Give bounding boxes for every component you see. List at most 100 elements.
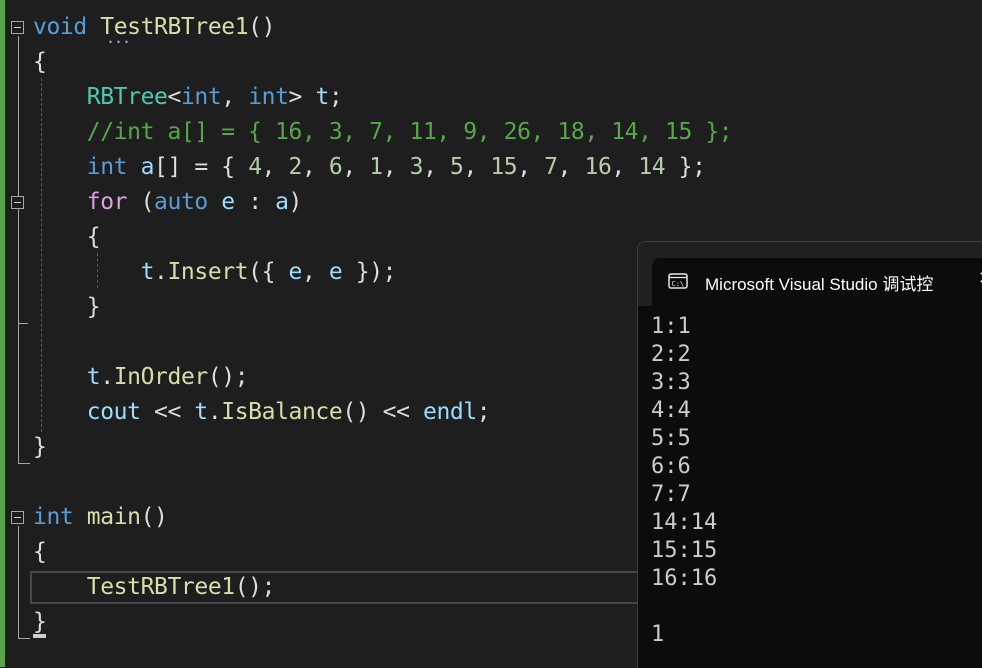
code-token: }; bbox=[665, 154, 706, 180]
code-line[interactable]: t.InOrder(); bbox=[33, 360, 249, 395]
console-title: Microsoft Visual Studio 调试控 bbox=[705, 275, 934, 294]
code-token: int bbox=[33, 504, 74, 530]
code-token: ({ bbox=[248, 259, 289, 285]
code-token: endl bbox=[423, 399, 477, 425]
code-token: , bbox=[517, 154, 545, 180]
code-token: 5 bbox=[449, 154, 464, 180]
code-token: e bbox=[328, 259, 343, 285]
console-tab[interactable]: C:\ Microsoft Visual Studio 调试控 ✕ bbox=[652, 258, 982, 306]
collapse-function-icon[interactable] bbox=[11, 21, 24, 34]
code-token: , bbox=[302, 154, 329, 180]
code-token: () bbox=[140, 504, 168, 530]
code-token: } bbox=[33, 294, 101, 320]
code-line[interactable]: } bbox=[33, 290, 101, 325]
debug-console-window[interactable]: C:\ Microsoft Visual Studio 调试控 ✕ 1:1 2:2… bbox=[637, 241, 982, 668]
code-token: main bbox=[86, 504, 141, 530]
code-token: t bbox=[33, 259, 155, 285]
code-token: IsBalance bbox=[221, 399, 343, 425]
collapse-for-loop-icon[interactable] bbox=[11, 196, 24, 209]
code-line[interactable]: cout << t.IsBalance() << endl; bbox=[33, 395, 491, 430]
console-app-icon: C:\ bbox=[668, 273, 688, 289]
code-token: //int a[] = { 16, 3, 7, 11, 9, 26, 18, 1… bbox=[33, 119, 733, 145]
fold-region-end bbox=[18, 323, 28, 324]
code-token: }); bbox=[342, 259, 397, 285]
code-line[interactable]: RBTree<int, int> t; bbox=[33, 80, 343, 115]
code-token: 4 bbox=[248, 154, 262, 180]
code-token: , bbox=[221, 84, 249, 110]
code-token: 16 bbox=[584, 154, 612, 180]
code-token: 14 bbox=[638, 154, 666, 180]
code-token: . bbox=[207, 399, 222, 425]
code-line[interactable]: //int a[] = { 16, 3, 7, 11, 9, 26, 18, 1… bbox=[33, 115, 733, 150]
code-token: { bbox=[33, 49, 47, 75]
code-token: { bbox=[33, 224, 101, 250]
code-token: TestRBTree1 bbox=[33, 574, 235, 600]
code-token: ( bbox=[127, 189, 155, 215]
console-output-line: 1 bbox=[651, 622, 665, 647]
code-line[interactable]: int a[] = { 4, 2, 6, 1, 3, 5, 15, 7, 16,… bbox=[33, 150, 706, 185]
change-tracking-bar bbox=[0, 0, 5, 667]
console-titlebar[interactable]: C:\ Microsoft Visual Studio 调试控 ✕ bbox=[638, 242, 982, 306]
code-token: , bbox=[463, 154, 491, 180]
console-output-line: 5:5 bbox=[651, 426, 691, 451]
console-output-line: 15:15 bbox=[651, 538, 718, 563]
code-token: 15 bbox=[490, 154, 518, 180]
code-token: for bbox=[33, 189, 128, 215]
code-token: int bbox=[180, 84, 222, 110]
code-line[interactable]: int main() bbox=[33, 500, 168, 535]
code-token: , bbox=[557, 154, 585, 180]
code-line[interactable]: { bbox=[33, 220, 101, 255]
code-token: t bbox=[33, 364, 101, 390]
code-token: > bbox=[288, 84, 316, 110]
code-token: . bbox=[100, 364, 114, 390]
code-token: int bbox=[33, 154, 128, 180]
console-output-line: 4:4 bbox=[651, 398, 691, 423]
code-token: t bbox=[194, 399, 208, 425]
code-token: 2 bbox=[288, 154, 303, 180]
code-line[interactable]: t.Insert({ e, e }); bbox=[33, 255, 397, 290]
code-token: a bbox=[275, 189, 289, 215]
fold-region-line bbox=[18, 526, 19, 639]
code-token: . bbox=[154, 259, 168, 285]
code-token: } bbox=[33, 609, 47, 635]
code-line[interactable]: void TestRBTree1() bbox=[33, 10, 275, 45]
code-token: , bbox=[423, 154, 450, 180]
fold-region-end bbox=[18, 463, 30, 464]
code-token: RBTree bbox=[33, 84, 168, 110]
console-output-line: 7:7 bbox=[651, 482, 691, 507]
code-line[interactable]: { bbox=[33, 45, 47, 80]
console-output-line: 2:2 bbox=[651, 342, 691, 367]
code-token: ; bbox=[476, 399, 491, 425]
code-line[interactable]: TestRBTree1(); bbox=[33, 570, 276, 605]
code-token: (); bbox=[207, 364, 249, 390]
code-token: a bbox=[140, 154, 155, 180]
code-token: } bbox=[33, 434, 47, 460]
code-token: , bbox=[261, 154, 289, 180]
code-token: , bbox=[611, 154, 639, 180]
code-token: , bbox=[342, 154, 370, 180]
code-line[interactable]: for (auto e : a) bbox=[33, 185, 303, 220]
code-token: , bbox=[301, 259, 329, 285]
fold-region-end bbox=[18, 638, 30, 639]
code-token: 3 bbox=[409, 154, 424, 180]
code-token: void bbox=[33, 14, 87, 40]
close-icon[interactable]: ✕ bbox=[978, 268, 982, 289]
code-line[interactable]: } bbox=[33, 430, 47, 465]
code-line[interactable]: { bbox=[33, 535, 47, 570]
suggestion-dots[interactable]: ··· bbox=[106, 35, 131, 50]
code-token: ; bbox=[328, 84, 343, 110]
code-token: : bbox=[234, 189, 276, 215]
collapse-main-icon[interactable] bbox=[11, 511, 24, 524]
console-output: 1:1 2:2 3:3 4:4 5:5 6:6 7:7 14:14 15:15 16:16 1 bbox=[651, 313, 717, 649]
code-token: cout bbox=[33, 399, 141, 425]
console-output-line: 3:3 bbox=[651, 370, 691, 395]
text-caret bbox=[33, 634, 46, 638]
code-token: InOrder bbox=[113, 364, 209, 390]
code-token: ) bbox=[288, 189, 303, 215]
code-token: , bbox=[382, 154, 410, 180]
code-token: 7 bbox=[544, 154, 558, 180]
console-output-line: 6:6 bbox=[651, 454, 691, 479]
